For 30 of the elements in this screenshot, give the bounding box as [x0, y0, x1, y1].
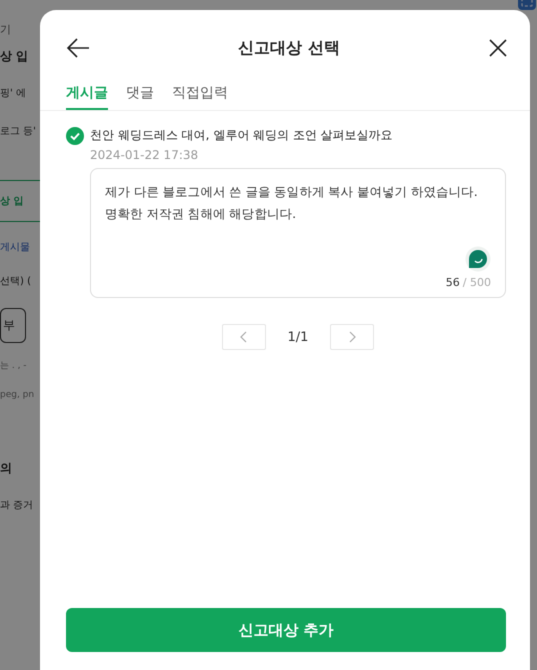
chat-bubble-icon[interactable]	[465, 246, 491, 272]
chevron-left-icon	[240, 331, 248, 343]
close-icon[interactable]	[488, 38, 508, 58]
post-title: 천안 웨딩드레스 대여, 엘루어 웨딩의 조언 살펴보실까요	[90, 127, 393, 144]
hint-text: peg, pn	[0, 390, 34, 400]
add-report-target-button[interactable]: 신고대상 추가	[66, 608, 506, 652]
section-heading: 상 입	[0, 48, 28, 64]
section-heading: 의	[0, 460, 12, 476]
hint-text: 는 . , -	[0, 360, 27, 372]
reason-text: 제가 다른 블로그에서 쓴 글을 동일하게 복사 붙여넣기 하였습니다. 명확한 저작권 침해에 해당합니다.	[105, 183, 478, 223]
page-text: 선택) (	[0, 275, 31, 288]
page-text: 로그 등'	[0, 125, 36, 138]
post-date: 2024-01-22 17:38	[90, 148, 200, 162]
tab[interactable]: 게시글	[66, 84, 108, 110]
check-icon[interactable]	[66, 127, 84, 145]
reason-field[interactable]: 제가 다른 블로그에서 쓴 글을 동일하게 복사 붙여넣기 하였습니다. 명확한 저작권 침해에 해당합니다. 56 / 500	[90, 168, 506, 298]
app-icon[interactable]	[517, 0, 537, 12]
back-icon[interactable]	[66, 38, 90, 58]
tab[interactable]: 댓글	[126, 84, 154, 110]
page-indicator: 1/1	[288, 330, 308, 344]
chevron-right-icon	[348, 331, 356, 343]
character-count: 56	[446, 276, 460, 289]
page-text: 핑' 에	[0, 87, 26, 100]
page-link[interactable]: 게시물	[0, 240, 30, 254]
tab[interactable]: 직접입력	[172, 84, 228, 110]
attach-button[interactable]: 부	[0, 308, 26, 342]
page-text: 과 증거	[0, 499, 34, 512]
modal-title: 신고대상 선택	[238, 38, 340, 58]
page-text: 기	[0, 22, 11, 36]
character-limit: / 500	[462, 276, 491, 289]
